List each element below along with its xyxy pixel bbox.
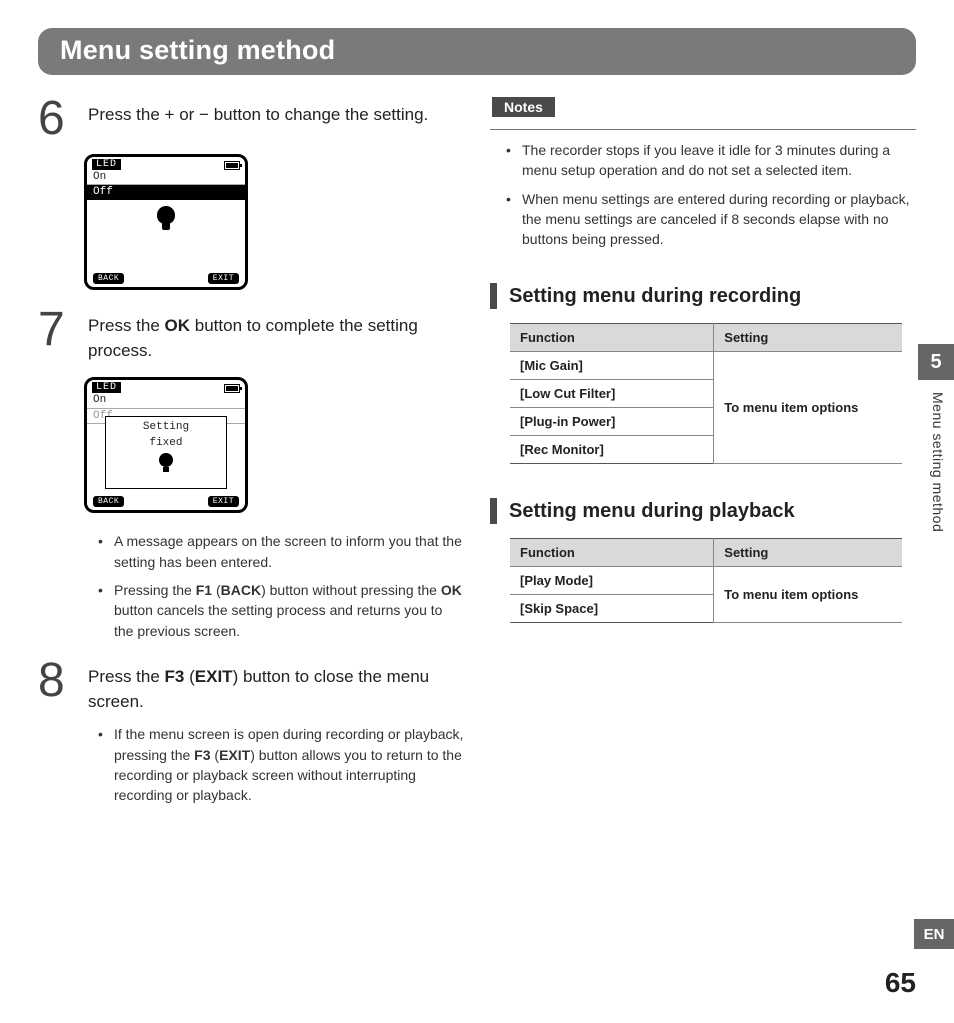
bulb-icon	[159, 453, 173, 467]
note: When menu settings are entered during re…	[506, 189, 916, 250]
device-screen-2: LED On Off Setting fixed BACK EXIT	[84, 377, 248, 513]
step-6: 6 Press the + or − button to change the …	[38, 97, 464, 140]
page-title: Menu setting method	[38, 28, 916, 75]
bullet: A message appears on the screen to infor…	[98, 531, 464, 572]
setting-fixed-popup: Setting fixed	[105, 416, 227, 488]
screen-option-on: On	[87, 170, 245, 185]
screen-title: LED	[92, 382, 121, 393]
page-number: 65	[885, 967, 916, 999]
th-setting: Setting	[714, 324, 902, 352]
step-number: 6	[38, 97, 74, 140]
playback-table: Function Setting [Play Mode] To menu ite…	[510, 538, 902, 623]
step-text: Press the OK button to complete the sett…	[88, 308, 464, 363]
bulb-icon	[157, 206, 175, 224]
battery-icon	[224, 384, 240, 393]
bullet: Pressing the F1 (BACK) button without pr…	[98, 580, 464, 641]
softkey-back: BACK	[93, 273, 124, 284]
step-text: Press the F3 (EXIT) button to close the …	[88, 659, 464, 714]
left-column: 6 Press the + or − button to change the …	[38, 97, 464, 823]
table-row: [Play Mode]	[510, 567, 714, 595]
section-recording: Setting menu during recording	[490, 283, 916, 309]
table-row: [Plug-in Power]	[510, 408, 714, 436]
side-running-title: Menu setting method	[930, 392, 946, 532]
screen-option-off-selected: Off	[87, 185, 245, 199]
step-7: 7 Press the OK button to complete the se…	[38, 308, 464, 363]
note: The recorder stops if you leave it idle …	[506, 140, 916, 181]
setting-cell: To menu item options	[714, 567, 902, 623]
th-setting: Setting	[714, 539, 902, 567]
section-playback: Setting menu during playback	[490, 498, 916, 524]
chapter-tab: 5	[918, 344, 954, 380]
device-screen-1: LED On Off BACK EXIT	[84, 154, 248, 290]
step-number: 7	[38, 308, 74, 363]
step-8: 8 Press the F3 (EXIT) button to close th…	[38, 659, 464, 714]
right-column: Notes The recorder stops if you leave it…	[490, 97, 916, 823]
heading-bar-icon	[490, 283, 497, 309]
step-number: 8	[38, 659, 74, 714]
section-title: Setting menu during playback	[509, 500, 795, 523]
recording-table: Function Setting [Mic Gain] To menu item…	[510, 323, 902, 464]
softkey-exit: EXIT	[208, 496, 239, 507]
screen-title: LED	[92, 159, 121, 170]
language-tab: EN	[914, 919, 954, 949]
bullet: If the menu screen is open during record…	[98, 724, 464, 805]
softkey-back: BACK	[93, 496, 124, 507]
th-function: Function	[510, 539, 714, 567]
heading-bar-icon	[490, 498, 497, 524]
step-7-notes: A message appears on the screen to infor…	[98, 531, 464, 640]
notes-heading: Notes	[492, 97, 555, 117]
table-row: [Skip Space]	[510, 595, 714, 623]
screen-option-on: On	[87, 393, 245, 408]
notes-list: The recorder stops if you leave it idle …	[506, 140, 916, 249]
table-row: [Low Cut Filter]	[510, 380, 714, 408]
softkey-exit: EXIT	[208, 273, 239, 284]
battery-icon	[224, 161, 240, 170]
table-row: [Mic Gain]	[510, 352, 714, 380]
setting-cell: To menu item options	[714, 352, 902, 464]
section-title: Setting menu during recording	[509, 285, 801, 308]
step-8-notes: If the menu screen is open during record…	[98, 724, 464, 805]
th-function: Function	[510, 324, 714, 352]
step-text: Press the + or − button to change the se…	[88, 97, 428, 140]
table-row: [Rec Monitor]	[510, 436, 714, 464]
